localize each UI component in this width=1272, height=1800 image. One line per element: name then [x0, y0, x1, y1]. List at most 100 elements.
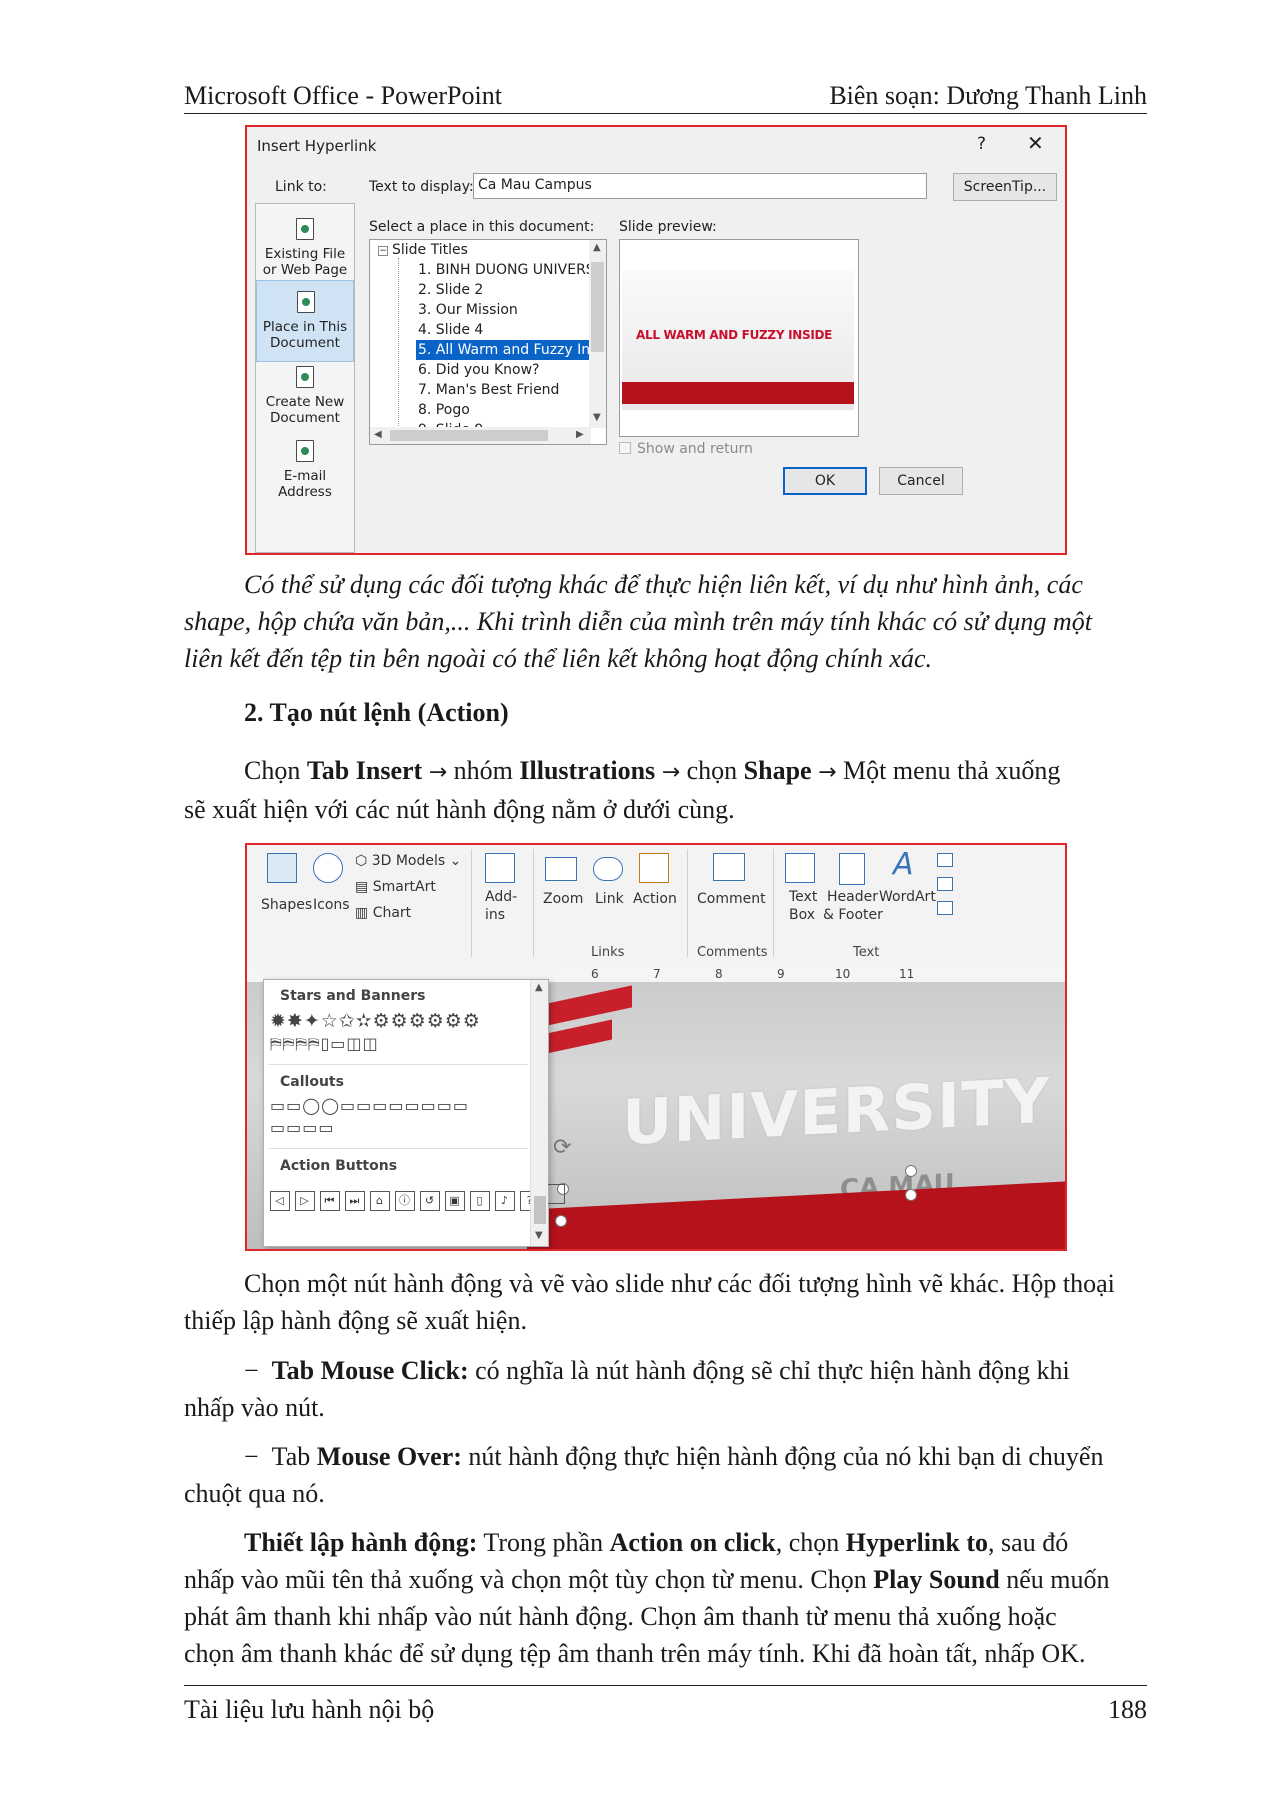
selection-handle[interactable] — [905, 1189, 917, 1201]
stars-shapes-icon[interactable]: ✹✸✦☆✩✫⚙⚙⚙⚙⚙⚙ — [270, 1010, 481, 1032]
tree-item[interactable]: 4. Slide 4 — [416, 320, 485, 340]
scroll-down-icon[interactable]: ▼ — [535, 1230, 543, 1241]
tree-guide-line — [398, 258, 399, 444]
scroll-left-icon[interactable]: ◀ — [374, 429, 382, 440]
home-icon[interactable]: ⌂ — [370, 1191, 390, 1211]
rotate-handle-icon[interactable]: ⟳ — [553, 1135, 571, 1160]
email-icon — [296, 440, 314, 462]
date-time-icon[interactable] — [937, 853, 953, 867]
cube-icon: ⬡ — [355, 853, 372, 869]
movie-icon[interactable]: ▣ — [445, 1191, 465, 1211]
preview-slide: ALL WARM AND FUZZY INSIDE — [622, 270, 854, 410]
text-to-display-input[interactable]: Ca Mau Campus — [473, 173, 927, 199]
cancel-button[interactable]: Cancel — [879, 467, 963, 495]
document-icon[interactable]: ▯ — [470, 1191, 490, 1211]
link-existing-file[interactable]: Existing File or Web Page — [256, 208, 354, 290]
beginning-icon[interactable]: ⏮ — [320, 1191, 340, 1211]
link-place-in-document[interactable]: Place in This Document — [256, 280, 354, 362]
ribbon-separator — [471, 849, 472, 957]
header-footer-icon — [839, 853, 865, 885]
tree-item[interactable]: 3. Our Mission — [416, 300, 520, 320]
show-and-return-checkbox[interactable]: Show and return — [619, 441, 753, 457]
action-star-icon — [639, 853, 669, 883]
preview-red-band — [622, 382, 854, 404]
back-icon[interactable]: ◁ — [270, 1191, 290, 1211]
scroll-thumb[interactable] — [390, 430, 548, 441]
help-icon[interactable]: ? — [977, 134, 986, 154]
scroll-right-icon[interactable]: ▶ — [576, 429, 584, 440]
page-number: 188 — [1108, 1695, 1147, 1724]
link-email-address[interactable]: E-mail Address — [256, 430, 354, 512]
screentip-button[interactable]: ScreenTip... — [953, 173, 1057, 201]
selection-handle[interactable] — [555, 1215, 567, 1227]
group-label-text: Text — [853, 945, 880, 960]
chart-icon: ▥ — [355, 905, 373, 921]
link-create-new-document[interactable]: Create New Document — [256, 356, 354, 438]
stars-banners-heading: Stars and Banners — [280, 988, 426, 1004]
file-globe-icon — [296, 218, 314, 240]
end-icon[interactable]: ⏭ — [345, 1191, 365, 1211]
slide-number-icon[interactable] — [937, 877, 953, 891]
tree-item[interactable]: 6. Did you Know? — [416, 360, 542, 380]
scroll-up-icon[interactable]: ▲ — [593, 242, 601, 253]
group-label-comments: Comments — [697, 945, 768, 960]
action-buttons-row: ◁▷⏮⏭⌂ⓘ↺▣▯♪? — [270, 1184, 570, 1211]
chart-button[interactable]: ▥ Chart — [355, 905, 411, 921]
tree-horizontal-scrollbar[interactable]: ◀ ▶ — [370, 427, 591, 444]
paragraph-draw-action: Chọn một nút hành động và vẽ vào slide n… — [184, 1269, 1115, 1335]
comment-icon — [713, 853, 745, 881]
tree-item[interactable]: 8. Pogo — [416, 400, 472, 420]
paragraph-action-settings: Thiết lập hành động: Trong phần Action o… — [184, 1528, 1110, 1668]
link-to-bar: Existing File or Web Page Place in This … — [255, 203, 355, 553]
add-ins-icon — [485, 853, 515, 883]
text-box-icon — [785, 853, 815, 883]
link-icon — [593, 857, 623, 881]
new-document-icon — [296, 366, 314, 388]
close-icon[interactable]: ✕ — [1027, 131, 1044, 155]
bullet-mouse-click: − Tab Mouse Click: có nghĩa là nút hành … — [184, 1356, 1070, 1422]
tree-item[interactable]: 7. Man's Best Friend — [416, 380, 561, 400]
collapse-icon[interactable]: − — [378, 246, 388, 256]
tree-root[interactable]: − Slide Titles — [378, 242, 468, 258]
text-to-display-label: Text to display: — [369, 179, 474, 195]
tree-item-selected[interactable]: 5. All Warm and Fuzzy Inside — [415, 339, 606, 361]
checkbox-icon[interactable] — [619, 442, 631, 454]
blank-icon[interactable] — [545, 1184, 565, 1204]
paragraph-hyperlink-note: Có thể sử dụng các đối tượng khác để thự… — [184, 570, 1092, 673]
selection-handle[interactable] — [905, 1165, 917, 1177]
slide-preview: ALL WARM AND FUZZY INSIDE — [619, 239, 859, 437]
menu-scrollbar[interactable]: ▲ ▼ — [530, 980, 548, 1246]
scroll-thumb[interactable] — [534, 1196, 546, 1224]
tree-item[interactable]: 1. BINH DUONG UNIVERSITY — [416, 260, 606, 280]
object-icon[interactable] — [937, 901, 953, 915]
paragraph-insert-shape: Chọn Tab Insert → nhóm Illustrations → c… — [184, 756, 1061, 824]
sound-icon[interactable]: ♪ — [495, 1191, 515, 1211]
information-icon[interactable]: ⓘ — [395, 1191, 415, 1211]
page-footer: Tài liệu lưu hành nội bộ 188 — [184, 1685, 1147, 1725]
callouts-shapes-icon[interactable]: ▭▭◯◯▭▭▭▭▭▭▭▭ — [270, 1096, 469, 1115]
scroll-down-icon[interactable]: ▼ — [593, 412, 601, 423]
tree-vertical-scrollbar[interactable]: ▲ ▼ — [589, 240, 606, 428]
slide-tree[interactable]: − Slide Titles 1. BINH DUONG UNIVERSITY 2… — [369, 239, 607, 445]
action-buttons-heading: Action Buttons — [280, 1158, 398, 1174]
scroll-up-icon[interactable]: ▲ — [535, 982, 543, 993]
preview-slide-title: ALL WARM AND FUZZY INSIDE — [636, 328, 833, 342]
return-icon[interactable]: ↺ — [420, 1191, 440, 1211]
bullet-mouse-over: − Tab Mouse Over: nút hành động thực hiệ… — [184, 1442, 1104, 1508]
3d-models-button[interactable]: ⬡ 3D Models ⌄ — [355, 853, 461, 869]
zoom-icon — [545, 857, 577, 881]
document-place-icon — [297, 291, 315, 313]
tree-item[interactable]: 2. Slide 2 — [416, 280, 485, 300]
banners-shapes-icon[interactable]: ⛿⛿⛿⛿▯▭◫◫ — [270, 1034, 379, 1054]
ok-button[interactable]: OK — [783, 467, 867, 495]
smartart-button[interactable]: ▤ SmartArt — [355, 879, 436, 895]
header-title: Microsoft Office - PowerPoint — [184, 81, 502, 110]
callouts-shapes-icon[interactable]: ▭▭▭▭ — [270, 1118, 334, 1137]
ribbon-separator — [687, 849, 688, 957]
arrow-icon: → — [661, 760, 681, 785]
forward-icon[interactable]: ▷ — [295, 1191, 315, 1211]
scroll-thumb[interactable] — [591, 262, 604, 352]
arrow-icon: → — [818, 760, 837, 785]
section-heading: 2. Tạo nút lệnh (Action) — [244, 698, 509, 727]
slide-preview-label: Slide preview: — [619, 219, 717, 235]
